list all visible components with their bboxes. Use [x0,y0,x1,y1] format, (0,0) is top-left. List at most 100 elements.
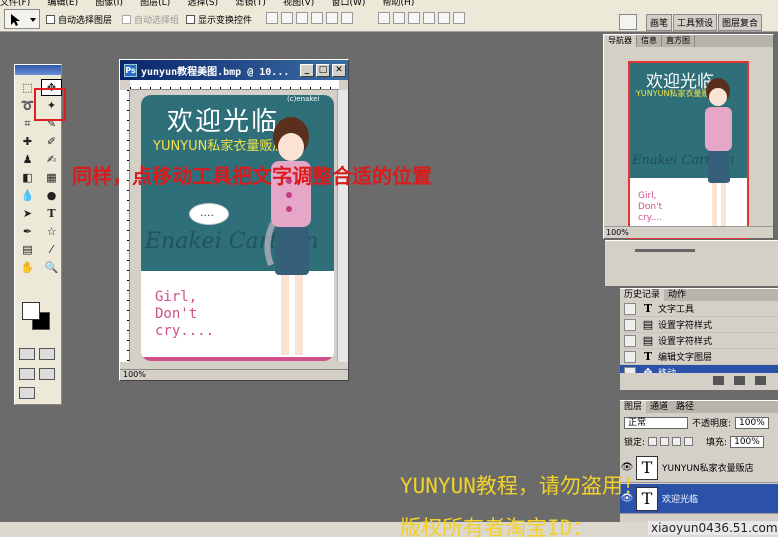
screen-mode-standard-icon[interactable] [19,368,35,380]
history-brush-source-icon[interactable] [624,334,636,347]
tab-info[interactable]: 信息 [637,35,662,47]
history-item[interactable]: ▤ 设置字符样式 [620,317,778,333]
quick-mask-icon[interactable] [39,348,55,360]
align-left-icon[interactable] [311,12,323,24]
history-item-label: 文字工具 [658,305,695,315]
lock-image-icon[interactable] [660,437,670,446]
distribute-bottom-icon[interactable] [408,12,420,24]
blend-mode-select[interactable]: 正常 [624,416,688,429]
options-bar: 自动选择图层 自动选择组 显示变换控件 画笔 工具预设 图层复合 [0,6,778,32]
tab-channels[interactable]: 通道 [646,401,672,413]
zoom-tool-icon[interactable]: 🔍 [41,259,62,276]
align-buttons[interactable] [266,12,353,26]
screen-mode-buttons[interactable] [19,368,55,380]
hand-tool-icon[interactable]: ✋ [17,259,38,276]
new-document-from-state-icon[interactable] [713,375,724,385]
tab-paths[interactable]: 路径 [672,401,698,413]
distribute-center-icon[interactable] [438,12,450,24]
show-transform-label: 显示变换控件 [198,16,253,26]
history-item[interactable]: T 编辑文字图层 [620,349,778,365]
tab-layers[interactable]: 图层 [620,401,647,413]
tool-preset-picker[interactable] [4,9,40,29]
shape-tool-icon[interactable]: ☆ [41,223,62,240]
opacity-label: 不透明度: [692,419,732,429]
jump-imageready-icon[interactable] [19,387,35,399]
history-brush-icon[interactable]: ✍ [41,151,62,168]
tab-history[interactable]: 历史记录 [620,289,665,301]
tab-actions[interactable]: 动作 [664,289,690,301]
delete-state-icon[interactable] [755,375,766,385]
auto-select-layer-checkbox[interactable]: 自动选择图层 [46,13,112,26]
history-item-label: 编辑文字图层 [658,353,713,363]
new-snapshot-icon[interactable] [734,375,745,385]
vertical-ruler[interactable] [120,90,130,362]
horizontal-ruler[interactable] [130,80,339,90]
fill-input[interactable]: 100% [730,435,764,448]
distribute-buttons[interactable] [378,12,465,26]
tab-navigator[interactable]: 导航器 [604,35,637,47]
opacity-input[interactable]: 100% [735,416,769,429]
zoom-slider[interactable] [635,249,695,252]
align-right-icon[interactable] [341,12,353,24]
color-swatches[interactable] [22,302,52,332]
tab-histogram[interactable]: 直方图 [662,35,695,47]
maximize-button[interactable]: □ [316,63,330,77]
auto-select-group-checkbox[interactable]: 自动选择组 [122,13,179,26]
lock-transparency-icon[interactable] [648,437,658,446]
pen-tool-icon[interactable]: ✒ [17,223,38,240]
imageready-buttons[interactable] [19,387,35,399]
show-transform-checkbox[interactable]: 显示变换控件 [186,13,252,26]
brushes-toggle-button[interactable] [619,14,637,30]
document-titlebar[interactable]: Ps yunyun教程美图.bmp @ 10... _ □ ✕ [120,60,348,80]
dodge-tool-icon[interactable]: ● [41,187,62,204]
align-center-icon[interactable] [326,12,338,24]
stamp-tool-icon[interactable]: ♟ [17,151,38,168]
navigator-zoom-value[interactable]: 100% [606,228,629,237]
palette-tab-tool-presets[interactable]: 工具预设 [673,14,718,31]
distribute-top-icon[interactable] [378,12,390,24]
distribute-middle-icon[interactable] [393,12,405,24]
standard-mode-icon[interactable] [19,348,35,360]
tool-palette-header[interactable] [15,65,61,75]
document-window: Ps yunyun教程美图.bmp @ 10... _ □ ✕ 欢迎光临 YUN… [119,59,349,381]
history-brush-source-icon[interactable] [624,302,636,315]
distribute-left-icon[interactable] [423,12,435,24]
navigator-zoom-row: 100% [604,226,773,238]
document-zoom-readout[interactable]: 100% [123,370,146,379]
watermark-line-2: 版权所有者淘宝ID： [400,516,594,537]
lock-position-icon[interactable] [672,437,682,446]
palette-tab-brushes[interactable]: 画笔 [646,14,673,31]
screen-mode-full-icon[interactable] [39,368,55,380]
foreground-color-swatch[interactable] [22,302,40,320]
history-item[interactable]: ▤ 设置字符样式 [620,333,778,349]
path-select-tool-icon[interactable]: ➤ [17,205,38,222]
minimize-button[interactable]: _ [300,63,314,77]
brush-tool-icon[interactable]: ✐ [41,133,62,150]
history-brush-source-icon[interactable] [624,350,636,363]
layer-name: 欢迎光临 [662,495,699,505]
history-item[interactable]: T 文字工具 [620,301,778,317]
document-status-bar: 100% [120,369,348,380]
eyedropper-tool-icon[interactable]: ⁄ [41,241,62,258]
history-brush-source-icon[interactable] [624,318,636,331]
navigator-view-box[interactable] [628,61,749,239]
canvas-artwork[interactable]: 欢迎光临 YUNYUN私家衣量贩店 (c)enakei .... Enakei … [141,95,334,361]
move-tool-icon [11,14,36,26]
type-tool-icon[interactable]: T [41,205,62,222]
distribute-right-icon[interactable] [453,12,465,24]
move-tool-highlight [34,88,66,121]
blur-tool-icon[interactable]: 💧 [17,187,38,204]
gradient-tool-icon[interactable]: ▦ [41,169,62,186]
eraser-tool-icon[interactable]: ◧ [17,169,38,186]
lock-all-icon[interactable] [684,437,694,446]
quick-mask-buttons[interactable] [19,348,55,360]
notes-tool-icon[interactable]: ▤ [17,241,38,258]
align-middle-icon[interactable] [281,12,293,24]
align-bottom-icon[interactable] [296,12,308,24]
palette-tab-layer-comps[interactable]: 图层复合 [718,14,763,31]
align-top-icon[interactable] [266,12,278,24]
close-button[interactable]: ✕ [332,63,346,77]
healing-tool-icon[interactable]: ✚ [17,133,38,150]
vertical-scrollbar[interactable] [337,90,348,362]
tutorial-instruction: 同样，点移动工具把文字调整合适的位置 [72,164,432,188]
